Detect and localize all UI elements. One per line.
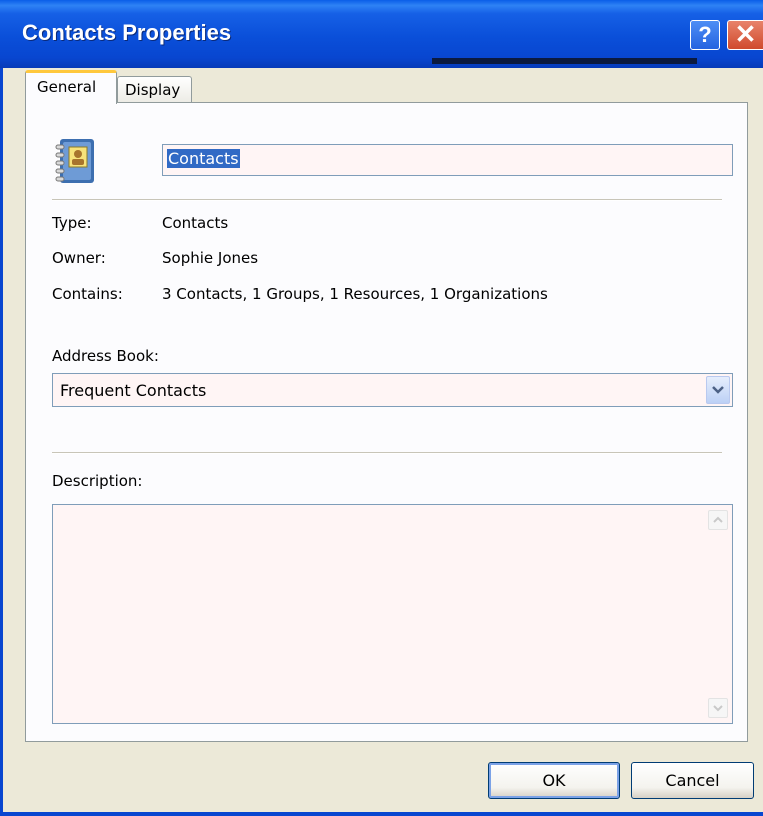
tab-display[interactable]: Display (117, 76, 192, 103)
type-label: Type: (52, 214, 92, 232)
separator-top (52, 199, 722, 201)
address-book-value: Frequent Contacts (60, 381, 207, 400)
window-frame-left (0, 68, 3, 816)
title-bar-shadow (432, 58, 697, 64)
description-scrollbar[interactable] (704, 506, 731, 722)
tab-general[interactable]: General (25, 70, 117, 104)
address-book-icon (55, 139, 94, 183)
cancel-button[interactable]: Cancel (631, 762, 754, 799)
arrow-up-icon (713, 516, 723, 523)
arrow-down-icon (713, 705, 723, 712)
contacts-properties-dialog: Contacts Properties ? ✕ Display General … (0, 0, 763, 816)
owner-value: Sophie Jones (162, 249, 259, 267)
chevron-down-icon (712, 386, 724, 394)
dropdown-button[interactable] (706, 376, 730, 404)
separator-middle (52, 452, 722, 454)
contains-value: 3 Contacts, 1 Groups, 1 Resources, 1 Org… (162, 285, 548, 303)
contains-label: Contains: (52, 285, 123, 303)
address-book-label: Address Book: (52, 347, 159, 365)
description-label: Description: (52, 472, 143, 490)
window-title: Contacts Properties (22, 20, 232, 45)
owner-label: Owner: (52, 249, 106, 267)
type-value: Contacts (162, 214, 229, 232)
address-book-select[interactable]: Frequent Contacts (52, 373, 733, 407)
name-field[interactable]: Contacts (162, 144, 733, 176)
ok-button[interactable]: OK (488, 762, 620, 799)
scroll-up-button[interactable] (708, 510, 728, 530)
close-button[interactable]: ✕ (727, 20, 763, 50)
window-frame-bottom (0, 812, 763, 816)
description-field[interactable] (52, 504, 733, 724)
scroll-down-button[interactable] (708, 698, 728, 718)
name-field-text: Contacts (167, 149, 240, 168)
help-button[interactable]: ? (690, 20, 720, 50)
title-bar[interactable]: Contacts Properties ? ✕ (0, 0, 763, 68)
